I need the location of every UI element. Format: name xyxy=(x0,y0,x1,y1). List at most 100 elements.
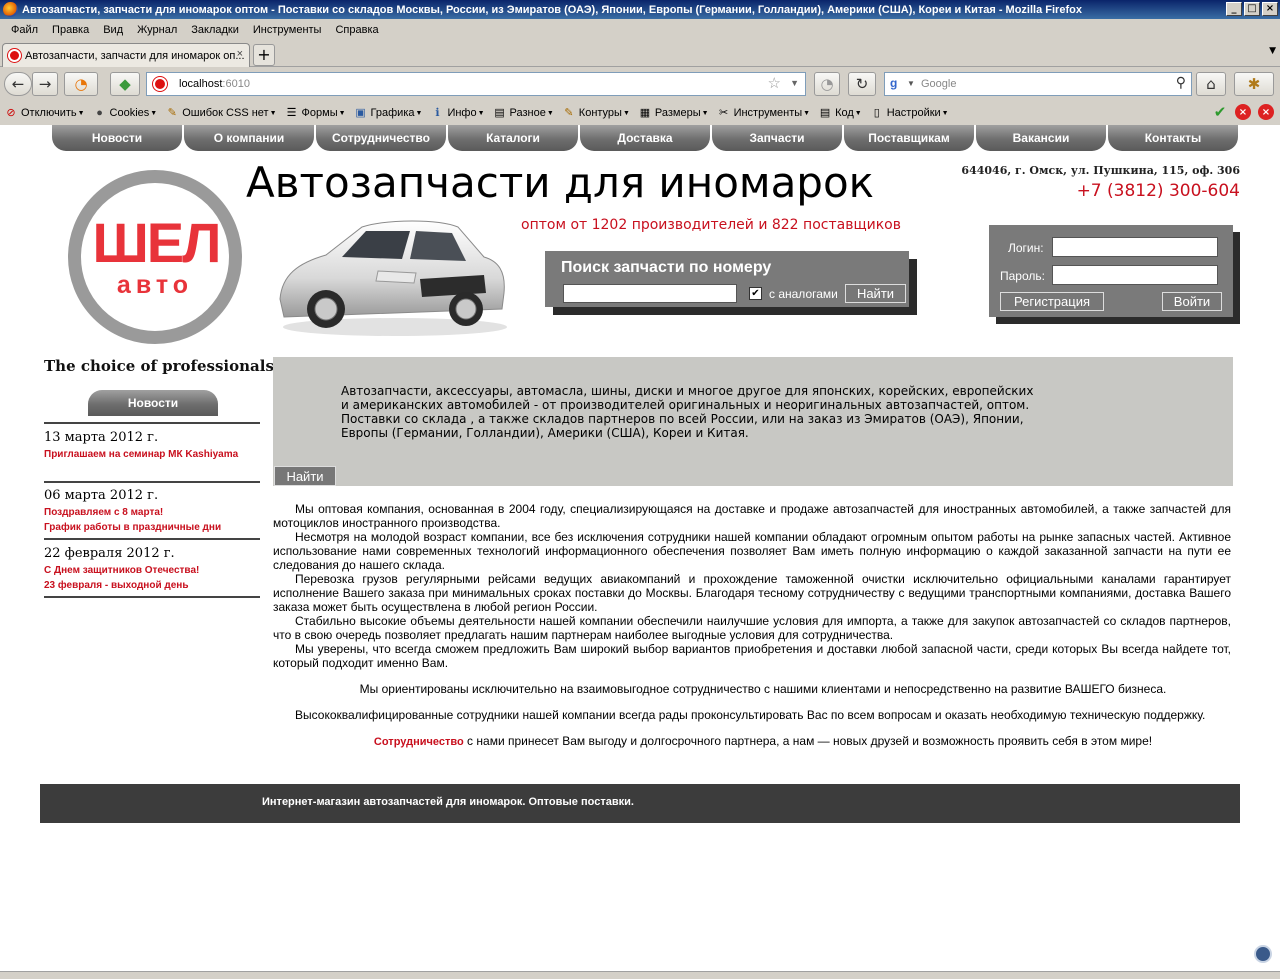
disable-icon: ⊘ xyxy=(6,107,16,119)
pencil-icon: ✎ xyxy=(167,107,177,119)
error-icon-2[interactable]: × xyxy=(1258,104,1274,120)
new-tab-button[interactable]: + xyxy=(253,44,275,66)
addon-menu-button[interactable]: ✱ xyxy=(1234,72,1274,96)
about-paragraph: Мы оптовая компания, основанная в 2004 г… xyxy=(273,502,1231,530)
url-favicon-icon xyxy=(153,77,167,91)
menu-bookmarks[interactable]: Закладки xyxy=(184,24,246,36)
menu-history[interactable]: Журнал xyxy=(130,24,184,36)
news-link[interactable]: Приглашаем на семинар МК Kashiyama xyxy=(44,447,260,462)
bookmark-star-icon[interactable]: ☆ xyxy=(768,74,781,92)
nav-news[interactable]: Новости xyxy=(52,125,182,151)
menu-help[interactable]: Справка xyxy=(328,24,385,36)
about-paragraph: Перевозка грузов регулярными рейсами вед… xyxy=(273,572,1231,614)
part-search-title: Поиск запчасти по номеру xyxy=(561,259,772,276)
search-placeholder: Google xyxy=(921,78,957,90)
webdev-cookies[interactable]: ● Cookies ▼ xyxy=(93,106,157,120)
part-number-input[interactable] xyxy=(563,284,737,303)
feed-icon: ◔ xyxy=(820,75,834,93)
addon-button[interactable]: ◆ xyxy=(110,72,140,96)
browser-tab[interactable]: Автозапчасти, запчасти для иномарок оп..… xyxy=(2,43,250,67)
nav-cooperation[interactable]: Сотрудничество xyxy=(316,125,446,151)
feed-button[interactable]: ◔ xyxy=(814,72,840,96)
home-button[interactable]: ⌂ xyxy=(1196,72,1226,96)
maximize-button[interactable]: □ xyxy=(1244,2,1260,16)
news-tab[interactable]: Новости xyxy=(88,390,218,416)
login-button[interactable]: Войти xyxy=(1162,292,1222,311)
password-input[interactable] xyxy=(1052,265,1218,285)
analogs-label: с аналогами xyxy=(769,287,838,301)
login-input[interactable] xyxy=(1052,237,1218,257)
nav-parts[interactable]: Запчасти xyxy=(712,125,842,151)
webdev-info[interactable]: ℹ Инфо ▼ xyxy=(430,106,484,120)
about-text: Мы оптовая компания, основанная в 2004 г… xyxy=(273,502,1231,749)
search-bar[interactable]: g ▼ Google ⚲ xyxy=(884,72,1192,96)
webdev-outline[interactable]: ✎ Контуры ▼ xyxy=(562,106,630,120)
register-button[interactable]: Регистрация xyxy=(1000,292,1104,311)
nav-vacancies[interactable]: Вакансии xyxy=(976,125,1106,151)
image-icon: ▣ xyxy=(355,107,366,119)
url-dropdown-icon[interactable]: ▼ xyxy=(790,78,799,88)
url-host: localhost xyxy=(179,78,223,90)
menu-edit[interactable]: Правка xyxy=(45,24,96,36)
webdev-images[interactable]: ▣ Графика ▼ xyxy=(354,106,422,120)
forward-button[interactable]: → xyxy=(32,72,58,96)
misc-icon: ▤ xyxy=(494,107,505,119)
outline-pencil-icon: ✎ xyxy=(564,107,574,119)
back-arrow-icon: ← xyxy=(11,75,25,93)
part-search-button[interactable]: Найти xyxy=(845,284,906,303)
source-icon: ▤ xyxy=(819,107,831,119)
news-divider xyxy=(44,422,260,424)
window-controls: _ □ × xyxy=(1226,2,1278,16)
site-footer: Интернет-магазин автозапчастей для инома… xyxy=(40,784,1240,823)
close-window-button[interactable]: × xyxy=(1262,2,1278,16)
valid-check-icon[interactable]: ✔ xyxy=(1212,103,1228,121)
search-magnifier-icon[interactable]: ⚲ xyxy=(1176,74,1186,91)
webdev-tools[interactable]: ✂ Инструменты ▼ xyxy=(717,106,810,120)
news-link[interactable]: С Днем защитников Отечества! xyxy=(44,563,260,578)
nav-suppliers[interactable]: Поставщикам xyxy=(844,125,974,151)
news-divider xyxy=(44,538,260,540)
webdev-misc[interactable]: ▤ Разное ▼ xyxy=(493,106,553,120)
address-bar[interactable]: localhost:6010 ☆ ▼ xyxy=(146,72,806,96)
webdev-css[interactable]: ✎ Ошибок CSS нет ▼ xyxy=(165,106,277,120)
analogs-checkbox[interactable]: ✔ xyxy=(749,287,762,300)
reload-button[interactable]: ↻ xyxy=(848,72,876,96)
status-bar xyxy=(0,971,1280,979)
news-divider xyxy=(44,596,260,598)
tab-list-chevron-icon[interactable]: ▼ xyxy=(1269,46,1276,56)
panel-search-button[interactable]: Найти xyxy=(274,466,336,486)
news-item: 13 марта 2012 г. Приглашаем на семинар М… xyxy=(44,430,260,462)
news-date: 13 марта 2012 г. xyxy=(44,430,159,445)
news-link[interactable]: Поздравляем с 8 марта! xyxy=(44,505,260,520)
webdev-disable[interactable]: ⊘ Отключить ▼ xyxy=(4,106,84,120)
status-addon-icon[interactable] xyxy=(1254,945,1272,963)
nav-about[interactable]: О компании xyxy=(184,125,314,151)
tab-close-icon[interactable]: × xyxy=(237,48,243,60)
error-icon[interactable]: × xyxy=(1235,104,1251,120)
webdev-forms[interactable]: ☰ Формы ▼ xyxy=(285,106,346,120)
search-engine-dropdown-icon[interactable]: ▼ xyxy=(907,79,915,88)
green-arrow-icon: ◆ xyxy=(119,75,131,93)
contact-phone: +7 (3812) 300-604 xyxy=(1076,181,1240,201)
webdev-source[interactable]: ▤ Код ▼ xyxy=(818,106,862,120)
nav-catalogs[interactable]: Каталоги xyxy=(448,125,578,151)
webdev-options[interactable]: ▯ Настройки ▼ xyxy=(870,106,949,120)
webdev-resize[interactable]: ▦ Размеры ▼ xyxy=(638,106,709,120)
logo-text-main: ШЕЛ xyxy=(92,211,222,274)
news-link[interactable]: 23 февраля - выходной день xyxy=(44,578,260,593)
footer-text: Интернет-магазин автозапчастей для инома… xyxy=(262,796,634,808)
menu-tools[interactable]: Инструменты xyxy=(246,24,329,36)
menu-file[interactable]: Файл xyxy=(4,24,45,36)
menu-view[interactable]: Вид xyxy=(96,24,130,36)
news-link[interactable]: График работы в праздничные дни xyxy=(44,520,260,535)
nav-contacts[interactable]: Контакты xyxy=(1108,125,1238,151)
news-item: 06 марта 2012 г. Поздравляем с 8 марта! … xyxy=(44,488,260,535)
cooperation-link[interactable]: Сотрудничество xyxy=(374,736,464,748)
rss-button[interactable]: ◔ xyxy=(64,72,98,96)
car-image xyxy=(279,220,507,336)
back-button[interactable]: ← xyxy=(4,72,32,96)
nav-delivery[interactable]: Доставка xyxy=(580,125,710,151)
home-icon: ⌂ xyxy=(1206,75,1216,93)
firefox-icon xyxy=(3,2,18,17)
minimize-button[interactable]: _ xyxy=(1226,2,1242,16)
